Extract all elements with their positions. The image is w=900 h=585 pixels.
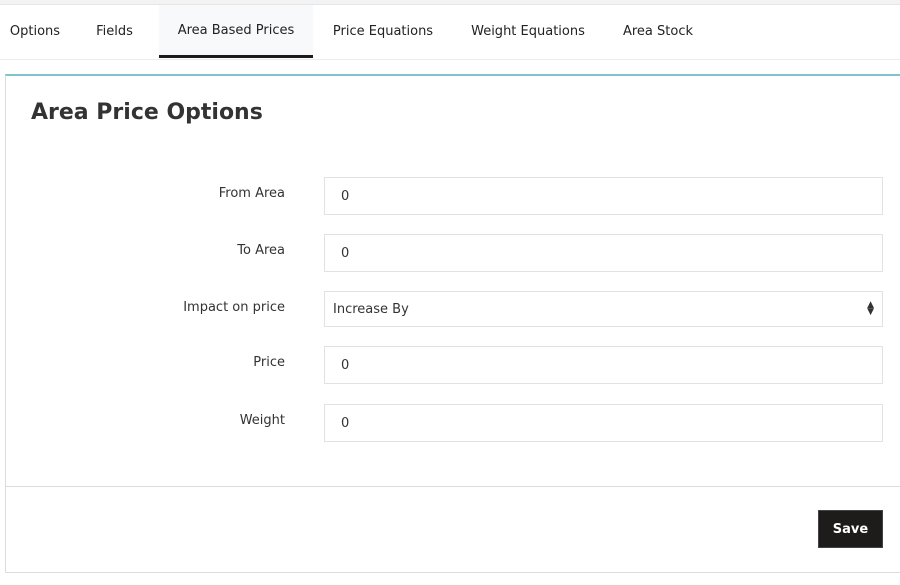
area-price-options-panel: Area Price Options From Area To Area Imp… bbox=[5, 74, 900, 573]
tab-fields[interactable]: Fields bbox=[70, 5, 159, 58]
weight-label: Weight bbox=[239, 413, 285, 428]
to-area-input[interactable] bbox=[324, 234, 883, 272]
impact-on-price-label: Impact on price bbox=[183, 300, 285, 315]
weight-row: Weight bbox=[6, 404, 900, 442]
to-area-row: To Area bbox=[6, 234, 900, 272]
save-button[interactable]: Save bbox=[818, 510, 883, 548]
price-row: Price bbox=[6, 346, 900, 384]
footer-divider bbox=[6, 486, 900, 487]
sort-arrows-icon: ▲ ▼ bbox=[867, 300, 874, 317]
price-label: Price bbox=[253, 355, 285, 370]
weight-input[interactable] bbox=[324, 404, 883, 442]
panel-title: Area Price Options bbox=[31, 100, 263, 125]
tab-area-stock[interactable]: Area Stock bbox=[603, 5, 713, 58]
from-area-label: From Area bbox=[218, 186, 285, 201]
tab-area-based-prices[interactable]: Area Based Prices bbox=[159, 5, 313, 58]
tab-price-equations[interactable]: Price Equations bbox=[313, 5, 453, 58]
tab-bar: Options Fields Area Based Prices Price E… bbox=[0, 5, 900, 60]
to-area-label: To Area bbox=[237, 243, 285, 258]
impact-on-price-select[interactable]: Increase By ▲ ▼ bbox=[324, 291, 883, 327]
impact-on-price-row: Impact on price Increase By ▲ ▼ bbox=[6, 291, 900, 329]
price-input[interactable] bbox=[324, 346, 883, 384]
impact-on-price-selected: Increase By bbox=[333, 301, 409, 317]
from-area-input[interactable] bbox=[324, 177, 883, 215]
tab-options[interactable]: Options bbox=[0, 5, 70, 58]
from-area-row: From Area bbox=[6, 177, 900, 215]
tab-weight-equations[interactable]: Weight Equations bbox=[453, 5, 603, 58]
